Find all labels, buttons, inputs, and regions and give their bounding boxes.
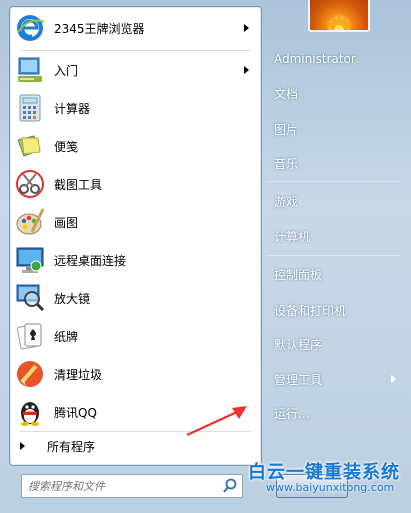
right-item-music[interactable]: 音乐	[266, 148, 406, 178]
menu-item-sticky-notes[interactable]: 便笺	[12, 128, 259, 164]
menu-item-magnifier[interactable]: 放大镜	[12, 280, 259, 316]
divider	[20, 50, 251, 51]
divider	[266, 255, 401, 256]
magnifier-icon	[14, 282, 46, 314]
menu-item-solitaire[interactable]: 纸牌	[12, 318, 259, 354]
expand-arrow-icon	[20, 442, 25, 450]
right-item-pictures[interactable]: 图片	[266, 114, 406, 144]
right-item-default-programs[interactable]: 默认程序	[266, 329, 406, 359]
right-item-label: 默认程序	[274, 337, 323, 352]
all-programs-label: 所有程序	[47, 439, 96, 454]
search-box[interactable]	[21, 474, 243, 498]
right-item-admin-tools[interactable]: 管理工具	[266, 364, 406, 394]
submenu-arrow-icon	[391, 375, 396, 383]
menu-item-label: 放大镜	[54, 291, 91, 306]
submenu-arrow-icon	[244, 24, 249, 32]
search-icon[interactable]	[221, 477, 239, 495]
menu-item-getting-started[interactable]: 入门	[12, 52, 259, 88]
right-item-label: 计算机	[274, 229, 311, 244]
right-item-run[interactable]: 运行...	[266, 398, 406, 428]
right-item-computer[interactable]: 计算机	[266, 221, 406, 251]
calculator-icon	[14, 92, 46, 124]
right-item-label: 音乐	[274, 156, 299, 171]
divider	[266, 181, 401, 182]
cleanup-icon	[14, 358, 46, 390]
sticky-notes-icon	[14, 130, 46, 162]
right-item-control-panel[interactable]: 控制面板	[266, 259, 406, 289]
menu-item-snipping-tool[interactable]: 截图工具	[12, 166, 259, 202]
menu-item-label: 便笺	[54, 139, 79, 154]
right-item-user-folder[interactable]: Administrator	[266, 44, 406, 74]
menu-item-label: 截图工具	[54, 177, 103, 192]
getting-started-icon	[14, 54, 46, 86]
right-item-documents[interactable]: 文档	[266, 78, 406, 108]
solitaire-icon	[14, 320, 46, 352]
right-item-label: 设备和打印机	[274, 303, 347, 318]
menu-item-calculator[interactable]: 计算器	[12, 90, 259, 126]
menu-item-cleanup[interactable]: 清理垃圾	[12, 356, 259, 392]
right-item-label: 控制面板	[274, 267, 323, 282]
menu-item-label: 纸牌	[54, 329, 79, 344]
annotation-arrow-icon	[186, 406, 247, 436]
right-item-label: 管理工具	[274, 372, 323, 387]
snipping-tool-icon	[14, 168, 46, 200]
search-input[interactable]	[22, 476, 221, 496]
right-item-devices-printers[interactable]: 设备和打印机	[266, 295, 406, 325]
user-avatar[interactable]	[308, 0, 370, 32]
right-item-label: 文档	[274, 86, 299, 101]
right-item-label: 游戏	[274, 194, 299, 209]
menu-item-label: 画图	[54, 215, 79, 230]
menu-item-2345-browser[interactable]: 2345王牌浏览器	[12, 10, 259, 46]
paint-icon	[14, 206, 46, 238]
menu-item-label: 入门	[54, 63, 79, 78]
right-item-label: Administrator	[274, 52, 356, 66]
menu-item-remote-desktop[interactable]: 远程桌面连接	[12, 242, 259, 278]
watermark: 白云一键重装系统 www.baiyunxitong.com	[244, 458, 411, 498]
menu-item-label: 计算器	[54, 101, 91, 116]
browser-2345-icon	[14, 12, 46, 44]
menu-item-label: 2345王牌浏览器	[54, 21, 145, 36]
submenu-arrow-icon	[244, 66, 249, 74]
menu-item-label: 远程桌面连接	[54, 253, 127, 268]
programs-panel: 2345王牌浏览器 入门 计算器 便笺 截图工具 画图 远程桌面连接 放大镜 纸…	[9, 6, 262, 466]
qq-penguin-icon	[14, 396, 46, 428]
remote-desktop-icon	[14, 244, 46, 276]
menu-item-label: 腾讯QQ	[54, 405, 97, 420]
right-item-games[interactable]: 游戏	[266, 186, 406, 216]
right-item-label: 运行...	[274, 406, 310, 421]
menu-item-paint[interactable]: 画图	[12, 204, 259, 240]
menu-item-label: 清理垃圾	[54, 367, 103, 382]
right-item-label: 图片	[274, 122, 299, 137]
watermark-url: www.baiyunxitong.com	[266, 481, 395, 494]
